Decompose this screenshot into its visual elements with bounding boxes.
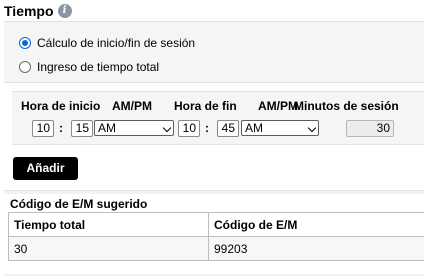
session-minutes-field: 30: [346, 120, 394, 137]
header-session-minutes: Minutos de sesión: [294, 99, 399, 113]
start-ampm-select[interactable]: AM: [94, 120, 174, 136]
table-row: 30 99203: [8, 236, 424, 261]
start-hour-input[interactable]: 10: [32, 120, 54, 137]
end-minute-input[interactable]: 45: [217, 120, 239, 137]
end-hour-input[interactable]: 10: [178, 120, 200, 137]
table-header-row: Tiempo total Código de E/M: [8, 212, 424, 237]
header-ampm-start: AM/PM: [112, 99, 152, 113]
radio-button[interactable]: [19, 61, 31, 73]
radio-option-total-time[interactable]: Ingreso de tiempo total: [19, 60, 159, 74]
start-ampm-value: AM: [98, 121, 116, 135]
time-separator: :: [59, 121, 63, 135]
mode-panel: Cálculo de inicio/fin de sesión Ingreso …: [4, 21, 424, 83]
header-end-time: Hora de fin: [174, 99, 237, 113]
bottom-divider: [4, 274, 424, 276]
column-header-total-time: Tiempo total: [8, 212, 209, 237]
time-separator: :: [205, 121, 209, 135]
header-start-time: Hora de inicio: [21, 99, 101, 113]
column-header-em-code: Código de E/M: [208, 212, 424, 237]
start-minute-input[interactable]: 15: [71, 120, 93, 137]
suggested-code-title: Código de E/M sugerido: [10, 197, 148, 211]
radio-button-selected[interactable]: [19, 37, 31, 49]
cell-em-code: 99203: [208, 236, 424, 261]
end-ampm-select[interactable]: AM: [241, 120, 319, 136]
radio-label: Ingreso de tiempo total: [37, 60, 160, 74]
cell-total-time: 30: [8, 236, 209, 261]
chevron-down-icon: [307, 123, 317, 133]
suggested-code-table: Tiempo total Código de E/M 30 99203: [8, 212, 424, 261]
radio-option-login-logout[interactable]: Cálculo de inicio/fin de sesión: [19, 36, 195, 50]
chevron-down-icon: [162, 123, 172, 133]
section-title: Tiempo i: [4, 3, 72, 19]
end-ampm-value: AM: [245, 121, 263, 135]
radio-label: Cálculo de inicio/fin de sesión: [37, 36, 196, 50]
add-button[interactable]: Añadir: [13, 157, 78, 180]
time-entry-panel: Hora de inicio AM/PM Hora de fin AM/PM M…: [12, 91, 424, 145]
section-divider: [4, 190, 424, 194]
header-ampm-end: AM/PM: [258, 99, 298, 113]
section-title-text: Tiempo: [4, 3, 54, 19]
info-icon[interactable]: i: [57, 4, 72, 18]
